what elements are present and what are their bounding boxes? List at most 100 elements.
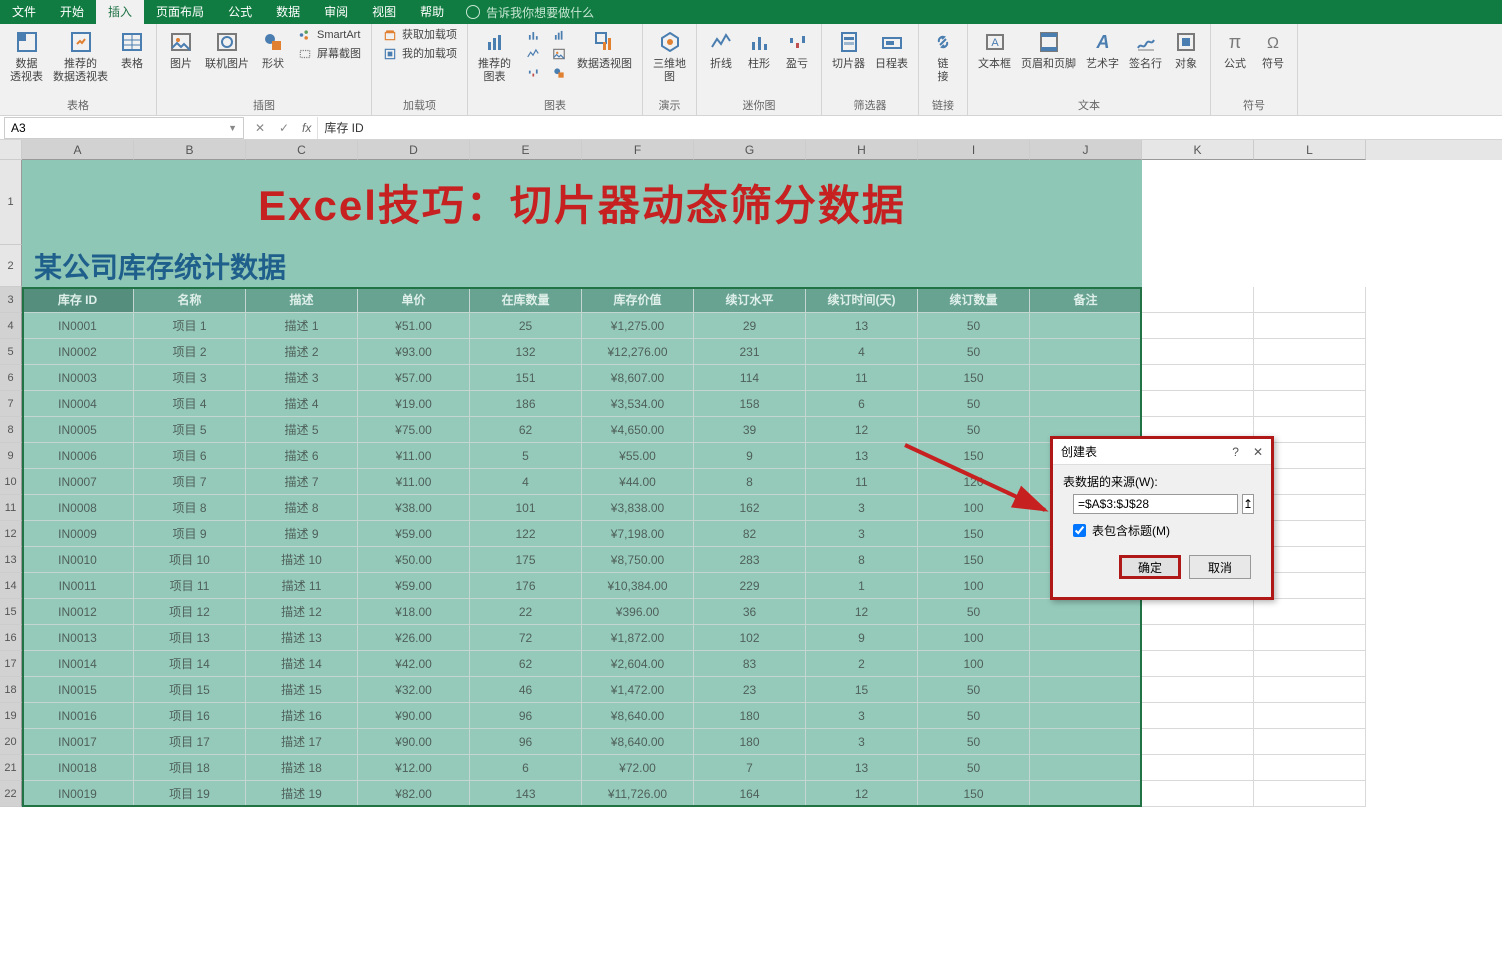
table-cell[interactable]: 9 xyxy=(806,625,918,651)
table-row[interactable]: IN0014项目 14描述 14¥42.0062¥2,604.00832100 xyxy=(22,651,1502,677)
table-cell[interactable]: 描述 3 xyxy=(246,365,358,391)
table-header[interactable]: 库存 ID xyxy=(22,287,134,313)
table-cell[interactable]: IN0014 xyxy=(22,651,134,677)
table-cell[interactable]: IN0019 xyxy=(22,781,134,807)
table-cell[interactable] xyxy=(1030,781,1142,807)
table-header[interactable]: 描述 xyxy=(246,287,358,313)
ribbon-pvtq[interactable]: 推荐的 数据透视表 xyxy=(49,26,112,86)
row-header-5[interactable]: 5 xyxy=(0,339,22,365)
table-cell[interactable]: 3 xyxy=(806,521,918,547)
row-header-11[interactable]: 11 xyxy=(0,495,22,521)
table-cell[interactable]: 3 xyxy=(806,703,918,729)
table-cell[interactable]: 8 xyxy=(806,547,918,573)
table-cell[interactable]: 描述 12 xyxy=(246,599,358,625)
table-cell[interactable]: 项目 1 xyxy=(134,313,246,339)
table-cell[interactable]: 46 xyxy=(470,677,582,703)
ribbon-3dmap[interactable]: 三维地 图 xyxy=(649,26,690,86)
table-cell[interactable]: 描述 13 xyxy=(246,625,358,651)
table-cell[interactable]: ¥11.00 xyxy=(358,469,470,495)
table-cell[interactable]: IN0003 xyxy=(22,365,134,391)
table-cell[interactable]: 50 xyxy=(918,313,1030,339)
table-cell[interactable] xyxy=(1030,755,1142,781)
table-row[interactable]: IN0016项目 16描述 16¥90.0096¥8,640.00180350 xyxy=(22,703,1502,729)
table-cell[interactable]: ¥72.00 xyxy=(582,755,694,781)
table-row[interactable]: IN0009项目 9描述 9¥59.00122¥7,198.00823150 xyxy=(22,521,1502,547)
table-cell[interactable]: 229 xyxy=(694,573,806,599)
table-header[interactable]: 备注 xyxy=(1030,287,1142,313)
cancel-formula-icon[interactable]: ✕ xyxy=(248,121,272,135)
ribbon-slicer[interactable]: 切片器 xyxy=(828,26,869,73)
table-cell[interactable]: 231 xyxy=(694,339,806,365)
row-header-19[interactable]: 19 xyxy=(0,703,22,729)
ribbon-pic[interactable]: 图片 xyxy=(163,26,199,73)
row-header-17[interactable]: 17 xyxy=(0,651,22,677)
table-cell[interactable]: ¥7,198.00 xyxy=(582,521,694,547)
table-cell[interactable]: ¥93.00 xyxy=(358,339,470,365)
table-cell[interactable]: IN0012 xyxy=(22,599,134,625)
row-header-22[interactable]: 22 xyxy=(0,781,22,807)
table-header[interactable]: 单价 xyxy=(358,287,470,313)
table-cell[interactable]: 11 xyxy=(806,365,918,391)
table-cell[interactable]: 项目 9 xyxy=(134,521,246,547)
table-row[interactable]: IN0001项目 1描述 1¥51.0025¥1,275.00291350 xyxy=(22,313,1502,339)
table-cell[interactable]: 7 xyxy=(694,755,806,781)
row-header-10[interactable]: 10 xyxy=(0,469,22,495)
menu-tab-4[interactable]: 公式 xyxy=(216,0,264,24)
table-cell[interactable]: 描述 6 xyxy=(246,443,358,469)
table-cell[interactable]: IN0008 xyxy=(22,495,134,521)
table-cell[interactable]: 50 xyxy=(918,391,1030,417)
table-cell[interactable]: 62 xyxy=(470,651,582,677)
table-cell[interactable]: ¥1,472.00 xyxy=(582,677,694,703)
table-cell[interactable]: 2 xyxy=(806,651,918,677)
ribbon-spwl[interactable] xyxy=(521,64,545,82)
menu-tab-5[interactable]: 数据 xyxy=(264,0,312,24)
menu-tab-2[interactable]: 插入 xyxy=(96,0,144,24)
row-header-14[interactable]: 14 xyxy=(0,573,22,599)
col-header-E[interactable]: E xyxy=(470,140,582,160)
table-cell[interactable]: ¥51.00 xyxy=(358,313,470,339)
table-cell[interactable]: 29 xyxy=(694,313,806,339)
table-cell[interactable]: 175 xyxy=(470,547,582,573)
table-cell[interactable]: 15 xyxy=(806,677,918,703)
table-cell[interactable]: 描述 7 xyxy=(246,469,358,495)
row-header-4[interactable]: 4 xyxy=(0,313,22,339)
table-cell[interactable]: 151 xyxy=(470,365,582,391)
menu-tab-6[interactable]: 审阅 xyxy=(312,0,360,24)
table-cell[interactable]: IN0006 xyxy=(22,443,134,469)
table-header[interactable]: 名称 xyxy=(134,287,246,313)
table-cell[interactable]: IN0002 xyxy=(22,339,134,365)
table-cell[interactable]: 100 xyxy=(918,625,1030,651)
table-cell[interactable]: 100 xyxy=(918,573,1030,599)
table-cell[interactable]: 项目 13 xyxy=(134,625,246,651)
table-cell[interactable]: ¥19.00 xyxy=(358,391,470,417)
row-header-18[interactable]: 18 xyxy=(0,677,22,703)
ribbon-sig[interactable]: 签名行 xyxy=(1125,26,1166,73)
table-cell[interactable]: 描述 2 xyxy=(246,339,358,365)
table-cell[interactable]: 9 xyxy=(694,443,806,469)
table-cell[interactable] xyxy=(1030,599,1142,625)
table-cell[interactable]: ¥44.00 xyxy=(582,469,694,495)
table-cell[interactable]: 23 xyxy=(694,677,806,703)
table-cell[interactable]: 180 xyxy=(694,729,806,755)
ribbon-store[interactable]: 获取加载项 xyxy=(378,26,461,44)
range-picker-icon[interactable]: ↥ xyxy=(1242,494,1254,514)
col-header-B[interactable]: B xyxy=(134,140,246,160)
ribbon-wpic[interactable]: 联机图片 xyxy=(201,26,253,73)
table-cell[interactable]: IN0009 xyxy=(22,521,134,547)
ribbon-timeline[interactable]: 日程表 xyxy=(871,26,912,73)
fx-icon[interactable]: fx xyxy=(296,121,317,135)
table-cell[interactable]: 描述 14 xyxy=(246,651,358,677)
ribbon-link[interactable]: 链 接 xyxy=(925,26,961,86)
table-cell[interactable]: 62 xyxy=(470,417,582,443)
ribbon-obj[interactable]: 对象 xyxy=(1168,26,1204,73)
table-cell[interactable]: 102 xyxy=(694,625,806,651)
row-header-13[interactable]: 13 xyxy=(0,547,22,573)
table-cell[interactable]: ¥12.00 xyxy=(358,755,470,781)
table-cell[interactable]: 25 xyxy=(470,313,582,339)
ribbon-spcol[interactable] xyxy=(521,26,545,44)
table-cell[interactable]: 项目 7 xyxy=(134,469,246,495)
table-cell[interactable] xyxy=(1030,651,1142,677)
row-header-12[interactable]: 12 xyxy=(0,521,22,547)
table-cell[interactable]: 项目 19 xyxy=(134,781,246,807)
table-cell[interactable]: 100 xyxy=(918,651,1030,677)
